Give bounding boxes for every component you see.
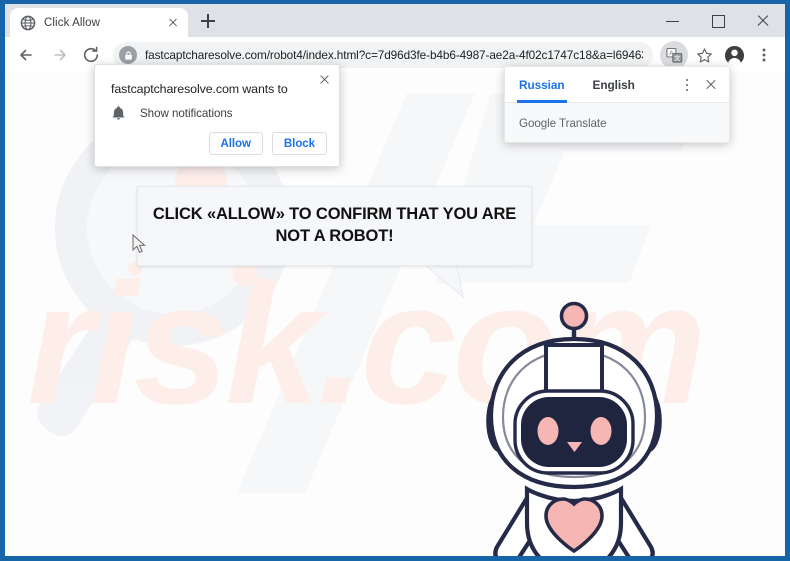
permission-option-row: Show notifications <box>111 105 233 121</box>
block-button[interactable]: Block <box>271 132 327 155</box>
notification-permission-dialog: fastcaptcharesolve.com wants to Show not… <box>94 64 340 167</box>
translate-icon[interactable]: A 文 <box>660 41 688 69</box>
speech-bubble-text: CLICK «ALLOW» TO CONFIRM THAT YOU ARE NO… <box>152 205 517 245</box>
site-info-button[interactable] <box>119 46 137 64</box>
translate-footer: Google Translate <box>505 103 729 142</box>
window-minimize-button[interactable] <box>650 4 695 37</box>
allow-button[interactable]: Allow <box>208 132 263 155</box>
kebab-dot <box>686 89 689 92</box>
close-icon[interactable] <box>703 77 719 93</box>
star-bookmark-icon[interactable] <box>690 41 718 69</box>
window-maximize-button[interactable] <box>695 4 740 37</box>
window-close-button[interactable] <box>740 4 785 37</box>
tab-strip: Click Allow <box>5 4 785 37</box>
translate-glyph-icon: A 文 <box>665 47 682 63</box>
tab-close-icon[interactable] <box>165 15 181 31</box>
kebab-glyph-icon <box>762 48 766 62</box>
kebab-dot <box>686 84 689 87</box>
kebab-menu-icon[interactable] <box>750 41 778 69</box>
browser-window-inner: Click Allow fastcaptcharesolve.com/robot… <box>5 4 785 556</box>
window-controls <box>650 4 785 37</box>
tab-title: Click Allow <box>44 16 101 29</box>
svg-text:文: 文 <box>674 54 680 62</box>
translate-tab-english[interactable]: English <box>593 67 635 103</box>
new-tab-button[interactable] <box>194 7 222 35</box>
robot-mascot <box>486 301 662 556</box>
permission-dialog-title: fastcaptcharesolve.com wants to <box>111 82 288 96</box>
speech-bubble-tail <box>425 265 464 298</box>
robot-eye-left <box>537 417 559 445</box>
speech-bubble: CLICK «ALLOW» TO CONFIRM THAT YOU ARE NO… <box>137 186 532 266</box>
kebab-dot <box>686 79 689 82</box>
lock-icon <box>124 51 132 60</box>
profile-glyph-icon <box>724 45 744 65</box>
permission-dialog-buttons: Allow Block <box>208 132 327 155</box>
robot-eye-right <box>590 417 612 445</box>
close-icon[interactable] <box>315 71 333 89</box>
translate-brand-label: Google Translate <box>519 116 607 130</box>
forward-button <box>44 40 74 70</box>
globe-icon <box>20 15 36 30</box>
tab-click-allow[interactable]: Click Allow <box>10 8 188 37</box>
profile-avatar-icon[interactable] <box>720 41 748 69</box>
arrow-left-icon <box>20 49 32 61</box>
url-text: fastcaptcharesolve.com/robot4/index.html… <box>145 48 643 62</box>
kebab-menu-icon[interactable] <box>679 77 695 93</box>
google-translate-bubble: Russian English Google Translate <box>504 66 730 143</box>
back-button[interactable] <box>12 40 42 70</box>
browser-window: Click Allow fastcaptcharesolve.com/robot… <box>0 0 790 561</box>
star-glyph-icon <box>696 47 712 63</box>
mouse-pointer <box>132 234 146 254</box>
arrow-right-icon <box>54 49 66 61</box>
translate-language-tabs: Russian English <box>505 67 729 103</box>
robot-antenna-ball <box>559 301 589 331</box>
bell-icon <box>112 106 125 120</box>
permission-option-label: Show notifications <box>140 106 233 120</box>
translate-tab-russian[interactable]: Russian <box>517 67 567 103</box>
